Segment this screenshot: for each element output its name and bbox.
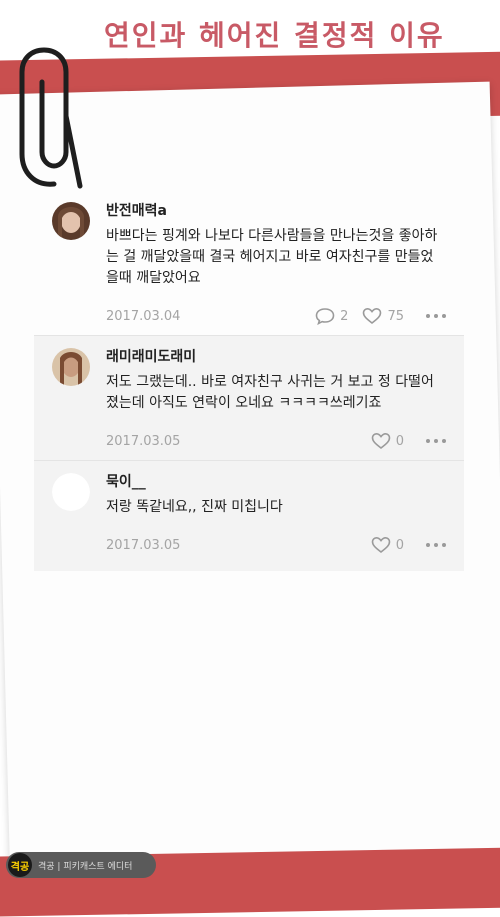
heart-icon (363, 307, 382, 325)
comment-meta: 2017.03.05 0 (106, 536, 446, 554)
comment-item: 묵이__ 저랑 똑같네요,, 진짜 미칩니다 2017.03.05 0 (34, 461, 464, 571)
avatar[interactable] (52, 473, 90, 511)
watermark-text: 격공 | 피키캐스트 에디터 (38, 861, 133, 872)
like-count: 0 (395, 537, 404, 553)
like-count: 75 (387, 308, 404, 324)
page-title: 연인과 헤어진 결정적 이유 (104, 19, 445, 52)
avatar[interactable] (52, 202, 90, 240)
like-button[interactable]: 0 (371, 536, 404, 554)
avatar[interactable] (52, 348, 90, 386)
like-count: 0 (395, 433, 404, 449)
heart-icon (371, 432, 391, 450)
watermark: 격공 격공 | 피키캐스트 에디터 (6, 852, 156, 878)
comment-meta: 2017.03.05 0 (106, 432, 446, 450)
comment-author[interactable]: 래미래미도래미 (106, 346, 446, 366)
comment-meta: 2017.03.04 2 75 (106, 307, 446, 325)
more-icon[interactable] (426, 543, 446, 547)
comment-item: 반전매력a 바쁘다는 핑계와 나보다 다른사람들을 만나는것을 좋아하는 걸 깨… (34, 190, 464, 335)
comment-list: 반전매력a 바쁘다는 핑계와 나보다 다른사람들을 만나는것을 좋아하는 걸 깨… (34, 190, 464, 571)
comment-text: 저도 그랬는데.. 바로 여자친구 사귀는 거 보고 정 다떨어졌는데 아직도 … (106, 374, 434, 411)
comment-date: 2017.03.05 (106, 537, 181, 553)
reply-count: 2 (340, 308, 349, 324)
comment-author[interactable]: 묵이__ (106, 471, 446, 491)
paperclip-icon (19, 47, 83, 189)
speech-bubble-icon (315, 308, 335, 325)
watermark-logo: 격공 (8, 853, 32, 877)
comment-item: 래미래미도래미 저도 그랬는데.. 바로 여자친구 사귀는 거 보고 정 다떨어… (34, 336, 464, 460)
like-button[interactable]: 75 (362, 307, 404, 325)
comment-date: 2017.03.04 (106, 308, 181, 324)
comment-date: 2017.03.05 (106, 433, 181, 449)
comment-text: 저랑 똑같네요,, 진짜 미칩니다 (106, 499, 283, 515)
comment-text: 바쁘다는 핑계와 나보다 다른사람들을 만나는것을 좋아하는 걸 깨달았을때 결… (106, 228, 438, 286)
heart-icon (371, 536, 391, 554)
comment-author[interactable]: 반전매력a (106, 200, 446, 220)
more-icon[interactable] (426, 439, 446, 443)
reply-button[interactable]: 2 (315, 307, 348, 325)
more-icon[interactable] (426, 314, 446, 318)
like-button[interactable]: 0 (371, 432, 404, 450)
